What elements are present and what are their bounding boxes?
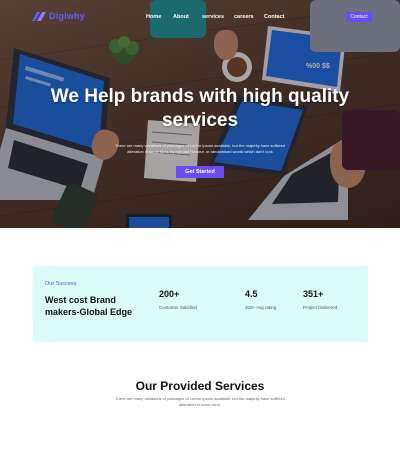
services-description: There are many variations of passages of…: [115, 396, 285, 407]
stat-label: Customer Satisfied: [159, 305, 198, 310]
stat-customers: 200+ Customer Satisfied: [159, 289, 197, 310]
stat-projects: 351+ Project Delivered: [303, 289, 337, 310]
success-stats-section: Our Success West cost Brand makers-Globa…: [33, 266, 368, 342]
logo-icon: [32, 11, 46, 21]
nav-link-careers[interactable]: careers: [234, 14, 254, 20]
nav-link-home[interactable]: Home: [146, 14, 161, 20]
nav-link-contact[interactable]: Contact: [264, 14, 284, 20]
hero-subtitle: There are many variations of passages of…: [115, 143, 285, 154]
contact-button[interactable]: Contact: [346, 12, 372, 22]
hero-section: %00 $$ Digiwhy Home About services caree…: [0, 0, 400, 228]
stats-heading: West cost Brand makers-Global Edge: [45, 295, 133, 317]
stat-rating: 4.5 200+ Avg rating: [245, 289, 276, 310]
stat-value: 4.5: [245, 289, 258, 299]
stats-eyebrow: Our Success: [45, 281, 77, 287]
stat-label: 200+ Avg rating: [245, 305, 277, 310]
nav-link-about[interactable]: About: [173, 14, 189, 20]
get-started-button[interactable]: Get Started: [176, 166, 224, 178]
stat-value: 200+: [159, 289, 180, 299]
landing-page: %00 $$ Digiwhy Home About services caree…: [0, 0, 400, 450]
brand-name: Digiwhy: [49, 11, 85, 21]
stat-value: 351+: [303, 289, 324, 299]
brand-logo[interactable]: Digiwhy: [32, 11, 85, 21]
stat-label: Project Delivered: [303, 305, 338, 310]
hero-title: We Help brands with high quality service…: [50, 86, 350, 131]
top-navbar: Digiwhy Home About services careers Cont…: [0, 0, 400, 34]
nav-link-services[interactable]: services: [202, 14, 224, 20]
services-title: Our Provided Services: [135, 379, 265, 393]
